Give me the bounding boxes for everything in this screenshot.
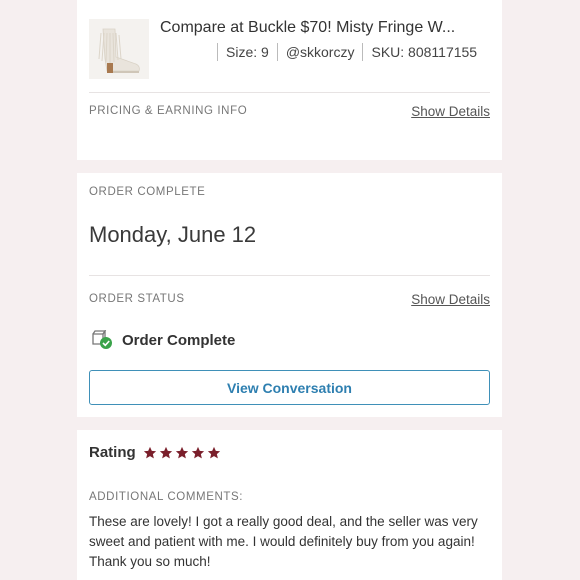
status-show-details-link[interactable]: Show Details (411, 292, 490, 307)
star-icon (159, 446, 172, 458)
item-title[interactable]: Compare at Buckle $70! Misty Fringe W... (160, 19, 455, 37)
star-icon (207, 446, 220, 458)
pricing-section-label: PRICING & EARNING INFO (89, 105, 248, 117)
seller-username[interactable]: @skkorczy (276, 43, 363, 61)
rating-card: Rating ADDITIONAL COMMENTS: These are lo… (77, 430, 502, 580)
fringe-boot-image (89, 19, 149, 79)
item-thumbnail[interactable] (89, 19, 149, 79)
rating-row: Rating (89, 444, 221, 461)
star-icon (191, 446, 204, 458)
box-check-icon (92, 330, 112, 349)
order-status-row: Order Complete (91, 330, 235, 350)
pricing-show-details-link[interactable]: Show Details (411, 104, 490, 119)
rating-stars (143, 446, 221, 460)
star-icon (175, 446, 188, 458)
order-status-label: ORDER STATUS (89, 293, 185, 305)
item-sku: SKU: 808117155 (362, 43, 485, 61)
item-meta: Size: 9 @skkorczy SKU: 808117155 (217, 43, 485, 61)
divider (89, 92, 490, 93)
order-date: Monday, June 12 (89, 222, 257, 247)
order-status-text: Order Complete (122, 331, 236, 349)
item-size: Size: 9 (217, 43, 277, 61)
star-icon (143, 446, 156, 458)
order-complete-label: ORDER COMPLETE (89, 186, 206, 198)
rating-label: Rating (89, 444, 136, 461)
review-comment: These are lovely! I got a really good de… (89, 514, 478, 569)
divider (89, 275, 490, 276)
item-card: Compare at Buckle $70! Misty Fringe W...… (77, 0, 502, 160)
view-conversation-button[interactable]: View Conversation (89, 370, 490, 405)
order-card: ORDER COMPLETE Monday, June 12 ORDER STA… (77, 173, 502, 417)
additional-comments-label: ADDITIONAL COMMENTS: (89, 491, 244, 503)
